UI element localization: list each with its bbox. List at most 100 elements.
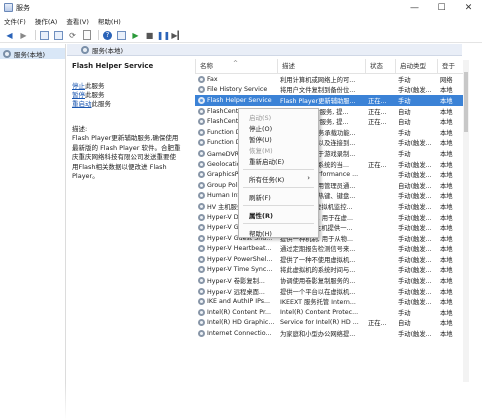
gear-icon (198, 330, 205, 338)
column-header-logon[interactable]: 登于 (437, 59, 463, 73)
table-row[interactable]: Hyper-V 卷影复制... 协调使用卷影复制服务的... 手动(触发... 本地 (195, 275, 463, 286)
service-name: File History Service (207, 86, 268, 94)
service-startup-type: 手动(触发... (398, 278, 432, 286)
column-header-startup-type[interactable]: 启动类型 (395, 59, 437, 73)
description-line: Flash Player更新辅助服务,确保使用 (72, 134, 179, 142)
menu-help[interactable]: 帮助(H) (98, 16, 121, 26)
context-menu-item[interactable]: 暂停(U) (239, 133, 318, 144)
menu-view[interactable]: 查看(V) (66, 16, 89, 26)
context-menu-item[interactable]: 属性(R) (239, 209, 318, 220)
service-startup-type: 手动 (398, 150, 411, 158)
column-header-status[interactable]: 状态 (365, 59, 395, 73)
table-row[interactable]: GameDVR 和广播...此用户服务用于游戏录制...手动本地 (195, 148, 463, 159)
selected-service-name: Flash Helper Service (72, 62, 154, 70)
table-row[interactable]: Hyper-V PowerShel... 提供了一种不使用虚拟机... 手动(触发.… (195, 254, 463, 265)
vertical-scrollbar[interactable] (463, 60, 469, 382)
table-row[interactable]: Hyper-V Guest Ser...为 Hyper-V 主机提供一...手动… (195, 222, 463, 233)
title-bar: 服务 — ☐ ✕ (0, 0, 482, 15)
menu-item-label: 暂停(U) (249, 135, 272, 144)
gear-icon (81, 45, 89, 54)
pause-service-icon[interactable]: ❚❚ (157, 30, 170, 41)
stop-service-link[interactable]: 停止 (72, 82, 85, 90)
gear-icon (198, 96, 205, 104)
back-arrow-icon[interactable]: ◀ (4, 30, 15, 41)
table-row[interactable]: Human Interface D...激活和维护对热键、键盘...手动(触发.… (195, 191, 463, 202)
gear-icon (198, 160, 205, 168)
table-row[interactable]: Intel(R) Content Pr... Intel(R) Content P… (195, 307, 463, 318)
tree-item-services-local[interactable]: 服务(本地) (0, 48, 65, 59)
menu-item-label: 停止(O) (249, 124, 273, 133)
table-row[interactable]: Group Policy Client此服务负责应用管理员通...自动(触发..… (195, 180, 463, 191)
show-tree-icon[interactable] (39, 30, 50, 41)
console-window-icon[interactable] (53, 30, 64, 41)
service-startup-type: 手动(触发... (398, 161, 432, 169)
menu-item-label: 属性(R) (249, 211, 273, 220)
service-description: 提供一个平台以在虚拟机... (280, 288, 356, 296)
table-row[interactable]: FlashCenterSvcFlash Center服务, 提...正在...自… (195, 106, 463, 117)
context-menu-item[interactable]: 重新启动(E) (239, 155, 318, 166)
table-row[interactable]: Hyper-V Heartbeat... 通过定期报告检测信号来... 手动(触发.… (195, 244, 463, 255)
table-row[interactable]: GraphicsPerfSvc Graphics performance ... 手… (195, 169, 463, 180)
properties-icon[interactable] (116, 30, 127, 41)
services-table: ^ 名称 描述 状态 启动类型 登于 Fax 利用计算机或网络上的可... 手动 网络… (195, 59, 463, 339)
context-menu-item: 恢复(M) (239, 144, 318, 155)
gear-icon (198, 308, 205, 316)
export-list-icon[interactable] (81, 30, 92, 41)
context-menu-item[interactable]: 刷新(F) (239, 191, 318, 202)
refresh-icon[interactable]: ⟳ (67, 30, 78, 41)
table-row[interactable]: Flash Helper Service Flash Player更新辅助服...… (195, 95, 463, 106)
service-description: 协调使用卷影复制服务的... (280, 278, 356, 286)
table-row[interactable]: Hyper-V Guest Shu... 提供一种机制, 用于从物... 手动(触发… (195, 233, 463, 244)
service-startup-type: 手动(触发... (398, 299, 432, 307)
service-name-cell: Hyper-V Time Sync... (195, 266, 277, 274)
service-name-cell: Fax (195, 75, 277, 83)
table-row[interactable]: IKE and AuthIP IPs... IKEEXT 服务托管 Intern.… (195, 296, 463, 307)
table-row[interactable]: Function Discovery...发布该计算机以及连接到...手动(触发… (195, 138, 463, 149)
service-startup-type: 手动 (398, 76, 411, 84)
table-row[interactable]: Hyper-V 远程桌面... 提供一个平台以在虚拟机... 手动(触发... 本地 (195, 286, 463, 297)
service-name: Hyper-V PowerShel... (207, 255, 273, 263)
stop-service-icon[interactable]: ■ (144, 30, 155, 41)
service-logon: 网络 (440, 76, 453, 84)
service-startup-type: 手动 (398, 309, 411, 317)
table-row[interactable]: Intel(R) HD Graphic... Service for Intel(… (195, 318, 463, 329)
column-header-description[interactable]: 描述 (277, 59, 365, 73)
service-description: 利用计算机或网络上的可... (280, 76, 356, 84)
table-row[interactable]: FlashCenterSvcFlash Center服务, 提...正在...自… (195, 116, 463, 127)
table-row[interactable]: Geolocation Service此服务将监视系统的当...正在...手动(… (195, 159, 463, 170)
gear-icon (198, 107, 205, 115)
scrollbar-thumb[interactable] (464, 72, 468, 132)
table-row[interactable]: Fax 利用计算机或网络上的可... 手动 网络 (195, 74, 463, 85)
gear-icon (198, 181, 205, 189)
menu-action[interactable]: 操作(A) (35, 16, 58, 26)
table-row[interactable]: Hyper-V Data Exch...提供一种机制, 用于在虚...手动(触发… (195, 212, 463, 223)
gear-icon (198, 298, 205, 306)
gear-icon (198, 192, 205, 200)
table-row[interactable]: HV 主机服务为 Hyper-V 虚拟机监控...手动(触发...本地 (195, 201, 463, 212)
service-status: 正在... (368, 161, 387, 169)
restart-service-icon[interactable]: ▶▎ (171, 30, 183, 41)
help-icon[interactable]: ? (102, 30, 113, 41)
service-startup-type: 自动(触发... (398, 182, 432, 190)
menu-item-label: 帮助(H) (249, 229, 272, 238)
table-row[interactable]: Internet Connectio... 为家庭和小型办公网络提... 手动(触发… (195, 328, 463, 339)
context-menu-item[interactable]: 停止(O) (239, 122, 318, 133)
table-row[interactable]: Function Discovery...FDPHOST 服务承载功能...手动… (195, 127, 463, 138)
close-button[interactable]: ✕ (455, 0, 482, 15)
minimize-button[interactable]: — (401, 0, 428, 15)
pause-service-link[interactable]: 暂停 (72, 91, 85, 99)
maximize-button[interactable]: ☐ (428, 0, 455, 15)
service-startup-type: 手动(触发... (398, 267, 432, 275)
context-menu-item[interactable]: 帮助(H) (239, 227, 318, 238)
service-name-cell: IKE and AuthIP IPs... (195, 298, 277, 306)
menu-file[interactable]: 文件(F) (4, 16, 26, 26)
restart-service-link[interactable]: 重启动 (72, 100, 92, 108)
service-description: 将此虚拟机的系统时间与... (280, 267, 356, 275)
table-row[interactable]: Hyper-V Time Sync... 将此虚拟机的系统时间与... 手动(触发.… (195, 265, 463, 276)
start-service-icon[interactable]: ▶ (130, 30, 141, 41)
service-description: 为家庭和小型办公网络提... (280, 331, 356, 339)
table-row[interactable]: File History Service 将用户文件复制到备份位... 手动(触发.… (195, 85, 463, 96)
forward-arrow-icon[interactable]: ▶ (18, 30, 29, 41)
service-logon: 本地 (440, 235, 453, 243)
context-menu-item[interactable]: 所有任务(K) › (239, 173, 318, 184)
